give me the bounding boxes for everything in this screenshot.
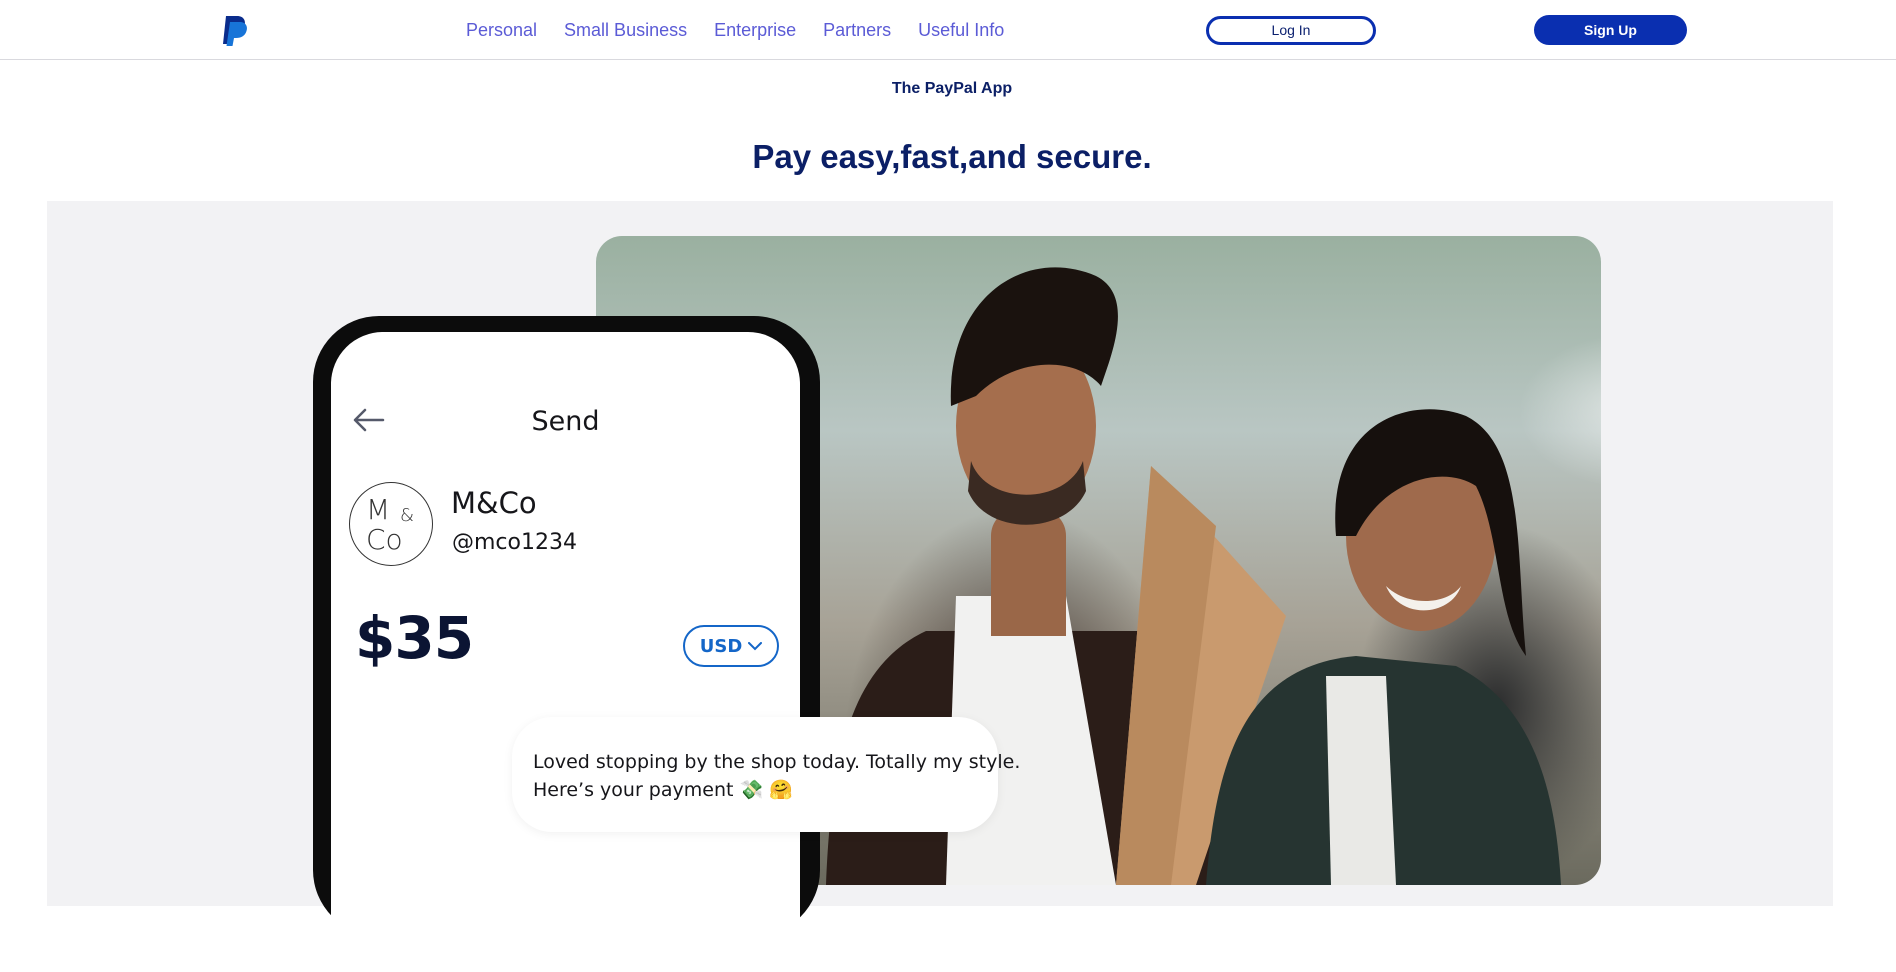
nav-small-business[interactable]: Small Business (564, 20, 687, 41)
avatar-letter-m: M (366, 493, 391, 526)
page-headline: Pay easy,fast,and secure. (752, 138, 1152, 175)
section-eyebrow: The PayPal App (891, 80, 1013, 97)
nav-personal[interactable]: Personal (466, 20, 537, 41)
top-header: Personal Small Business Enterprise Partn… (0, 0, 1896, 60)
contact-name: M&Co (451, 486, 537, 520)
login-button[interactable]: Log In (1206, 16, 1376, 45)
phone-mockup: Send M & Co M&Co @mco1234 $35 USD (313, 316, 820, 972)
currency-select[interactable]: USD (683, 625, 779, 667)
nav-partners[interactable]: Partners (823, 20, 891, 41)
avatar-letters-co: Co (366, 523, 403, 556)
amount-value: $35 (355, 604, 474, 672)
paypal-logo-icon[interactable] (220, 14, 250, 48)
send-title: Send (531, 406, 600, 437)
nav-enterprise[interactable]: Enterprise (714, 20, 796, 41)
message-line-2: Here’s your payment 💸 🤗 (533, 779, 793, 801)
nav-useful-info[interactable]: Useful Info (918, 20, 1004, 41)
message-line-1: Loved stopping by the shop today. Totall… (533, 751, 1021, 773)
contact-handle: @mco1234 (452, 530, 577, 555)
phone-screen: Send M & Co M&Co @mco1234 $35 USD (331, 332, 800, 972)
message-bubble: Loved stopping by the shop today. Totall… (512, 717, 1021, 832)
contact-avatar: M & Co (349, 482, 433, 566)
signup-button[interactable]: Sign Up (1534, 15, 1687, 45)
main-nav: Personal Small Business Enterprise Partn… (466, 0, 1031, 60)
chevron-down-icon (748, 641, 763, 650)
currency-label: USD (699, 635, 743, 657)
